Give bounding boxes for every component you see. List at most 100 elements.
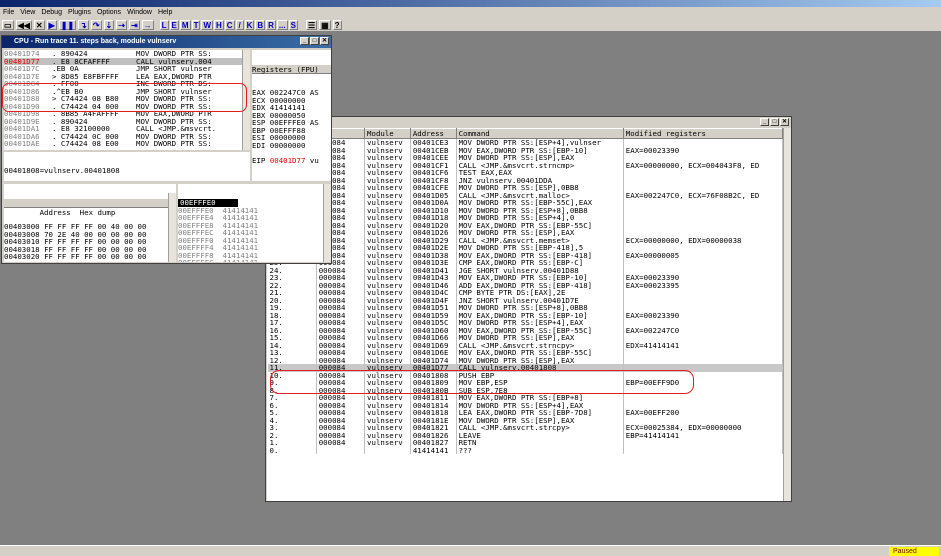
trace-row[interactable]: 000084 vulnserv 00401D10 MOV DWORD PTR SS:[… [267,206,783,214]
trace-row[interactable]: 000084 vulnserv 00401CEE MOV DWORD PTR SS:[… [267,154,783,162]
menu-item-debug[interactable]: Debug [41,9,62,16]
register-line[interactable]: ESP 00EFFFE0 AS [252,119,331,127]
trace-row[interactable]: 4. 000084 vulnserv 0040181E MOV DWORD PTR SS… [267,416,783,424]
menu-item-window[interactable]: Window [127,9,152,16]
trace-row[interactable]: 000084 vulnserv 00401D05 CALL <JMP.&msvcrt.… [267,191,783,199]
trace-header-5[interactable]: Modified registers [622,128,783,139]
trace-row[interactable]: 000084 vulnserv 00401D26 MOV DWORD PTR SS:[… [267,229,783,237]
trace-row[interactable]: 000084 vulnserv 00401CF6 TEST EAX,EAX [267,169,783,177]
open-icon[interactable]: ▭ [2,19,14,30]
menu-item-view[interactable]: View [20,9,35,16]
window-button-3[interactable]: T [191,19,201,30]
run-trace-scrollbar[interactable] [783,128,791,501]
window-button-8[interactable]: K [244,19,255,30]
window-button-6[interactable]: C [224,19,235,30]
disasm-row[interactable]: 00401D90 . C74424 04 000 MOV DWORD PTR SS: [4,103,250,111]
maximize-icon[interactable]: □ [310,37,319,45]
trace-row[interactable]: 22. 000084 vulnserv 00401D46 ADD EAX,DWORD P… [267,281,783,289]
stack-top-address[interactable]: 00EFFFE0 [178,199,238,207]
disasm-row[interactable]: 00401D98 . 8B85 A4FAFFFF MOV EAX,DWORD PTR [4,110,250,118]
trace-row[interactable]: 15. 000084 vulnserv 00401D66 MOV DWORD PTR S… [267,334,783,342]
trace-row[interactable]: 5. 000084 vulnserv 00401818 LEA EAX,DWORD PT… [267,409,783,417]
registers-pane[interactable]: Registers (FPU) EAX 002247C0 AS ECX 00000… [252,50,331,181]
trace-header-4[interactable]: Command [455,128,624,139]
help-icon[interactable]: ? [332,19,342,30]
stack-row[interactable]: 00EFFFF4 41414141 [178,244,331,252]
stack-row[interactable]: 00EFFFE8 41414141 [178,222,331,230]
trace-header-3[interactable]: Address [409,128,457,139]
stack-row[interactable]: 00EFFFE0 41414141 [178,207,331,215]
register-line[interactable]: EDX 41414141 [252,104,331,112]
trace-row[interactable]: 19. 000084 vulnserv 00401D51 MOV DWORD PTR S… [267,304,783,312]
window-button-0[interactable]: L [159,19,169,30]
go-to-icon[interactable]: → [141,19,154,30]
flag-line[interactable]: C 0 ES 0023 32 [252,180,331,181]
trace-row[interactable]: 000084 vulnserv 00401D0A MOV DWORD PTR SS:[… [267,199,783,207]
list-icon[interactable]: ☰ [305,19,318,30]
dump-hex-header[interactable]: Hex dump [80,208,116,217]
minimize-icon[interactable]: _ [300,37,309,45]
close-icon[interactable]: ✕ [780,118,789,126]
trace-row[interactable]: 0. 41414141??? [267,446,783,454]
register-line[interactable]: EBP 00EFFF88 [252,127,331,135]
stack-row[interactable]: 00EFFFEC 41414141 [178,229,331,237]
menu-item-file[interactable]: File [3,9,14,16]
execute-till-return-icon[interactable]: ⇥ [128,19,140,30]
trace-header-2[interactable]: Module [364,128,411,139]
window-button-9[interactable]: B [255,19,266,30]
trace-row[interactable]: 000084 vulnserv 00401CEB MOV EAX,DWORD PTR … [267,146,783,154]
trace-row[interactable]: 000084 vulnserv 00401CFE MOV DWORD PTR SS:[… [267,184,783,192]
trace-row[interactable]: 11. 000084 vulnserv 00401D77 CALL vulnserv.0… [267,364,783,372]
trace-row[interactable]: 25.000084vulnserv00401D3ECMP EAX,DWORD P… [267,259,783,267]
stack-scrollbar[interactable] [323,184,331,262]
window-button-4[interactable]: W [201,19,214,30]
trace-row[interactable]: 000084 vulnserv 00401CF8 JNZ vulnserv.00401… [267,176,783,184]
trace-row[interactable]: 000084 vulnserv 00401D2E MOV DWORD PTR SS:[… [267,244,783,252]
disasm-row[interactable]: 00401DA1 . E8 32100000 CALL <JMP.&msvcrt. [4,125,250,133]
disasm-row[interactable]: 00401D86 .^EB B0 JMP SHORT vulnser [4,88,250,96]
trace-row[interactable]: 000084 vulnserv 00401D20 MOV EAX,DWORD PTR … [267,221,783,229]
dump-row[interactable]: 00403028 00 00 00 00 00 00 00 00 [4,261,176,263]
window-button-10[interactable]: R [266,19,276,30]
trace-row[interactable]: 8. 000084 vulnserv 0040180B SUB ESP,7E8 [267,386,783,394]
hex-dump-scrollbar[interactable] [168,193,176,262]
disassembly-scrollbar[interactable] [242,50,250,150]
stack-row[interactable]: 00EFFFF0 41414141 [178,237,331,245]
register-line[interactable] [252,149,331,157]
run-icon[interactable]: ▶ [46,19,57,30]
dump-row[interactable]: 00403020 FF FF FF FF 00 00 00 00 [4,253,176,261]
trace-row[interactable]: 7. 000084 vulnserv 00401811 MOV EAX,DWORD PT… [267,394,783,402]
trace-row[interactable]: 000084 vulnserv 00401CE3 MOV DWORD PTR SS:[… [267,138,783,147]
disassembly-pane[interactable]: 00401D74. 890424 MOV DWORD PTR SS: 00401D7… [4,50,250,150]
close-icon[interactable]: ✕ [320,37,329,45]
trace-row[interactable]: 10. 000084 vulnserv 00401808 PUSH EBP [267,371,783,379]
disasm-row[interactable]: 00401DAE . C74424 08 E00 MOV DWORD PTR SS: [4,140,250,148]
trace-row[interactable]: 3. 000084 vulnserv 00401821 CALL <JMP.&msvcr… [267,424,783,432]
disasm-row[interactable]: 00401D7E > 8D85 E8FBFFFF LEA EAX,DWORD PTR [4,73,250,81]
trace-row[interactable]: 1. 000084 vulnserv 00401827 RETN [267,439,783,447]
trace-row[interactable]: 000084 vulnserv 00401D29 CALL <JMP.&msvcrt.… [267,236,783,244]
dump-address-header[interactable]: Address [40,208,71,217]
minimize-icon[interactable]: _ [760,118,769,126]
trace-row[interactable]: 16. 000084 vulnserv 00401D60 MOV EAX,DWORD P… [267,326,783,334]
rewind-icon[interactable]: ◀◀ [15,19,32,30]
menu-item-plugins[interactable]: Plugins [68,9,91,16]
disasm-row[interactable]: 00401D77 . E8 8CFAFFFF CALL vulnserv.004 [4,57,250,65]
dump-row[interactable]: 00403010 FF FF FF FF 00 00 00 00 [4,238,176,246]
register-line[interactable]: EIP 00401D77 vu [252,157,331,165]
step-over-icon[interactable]: ↷ [90,19,102,30]
step-into-icon[interactable]: ↴ [78,19,89,30]
disasm-row[interactable]: 00401D9E . 890424 MOV DWORD PTR SS: [4,118,250,126]
stack-row[interactable]: 00EFFFE4 41414141 [178,214,331,222]
register-line[interactable]: EBX 00000050 [252,112,331,120]
window-button-5[interactable]: H [214,19,224,30]
disasm-row[interactable]: 00401D84 . FF00 INC DWORD PTR DS: [4,80,250,88]
hex-dump-pane[interactable]: Address Hex dump 00403000 FF FF FF FF 00… [4,184,176,262]
stack-pane[interactable]: 00EFFFE0 00EFFFE0 41414141 00EFFFE4 414141… [178,184,331,262]
trace-row[interactable]: 24. 000084 vulnserv 00401D41 JGE SHORT vulns… [267,266,783,274]
window-button-11[interactable]: ... [276,19,288,30]
trace-row[interactable]: 2. 000084 vulnserv 00401826 LEAVE EBP=4141414… [267,431,783,439]
menu-item-help[interactable]: Help [158,9,172,16]
dump-row[interactable]: 00403008 70 2E 40 00 00 00 00 00 [4,231,176,239]
trace-row[interactable]: 20. 000084 vulnserv 00401D4F JNZ SHORT vulns… [267,296,783,304]
